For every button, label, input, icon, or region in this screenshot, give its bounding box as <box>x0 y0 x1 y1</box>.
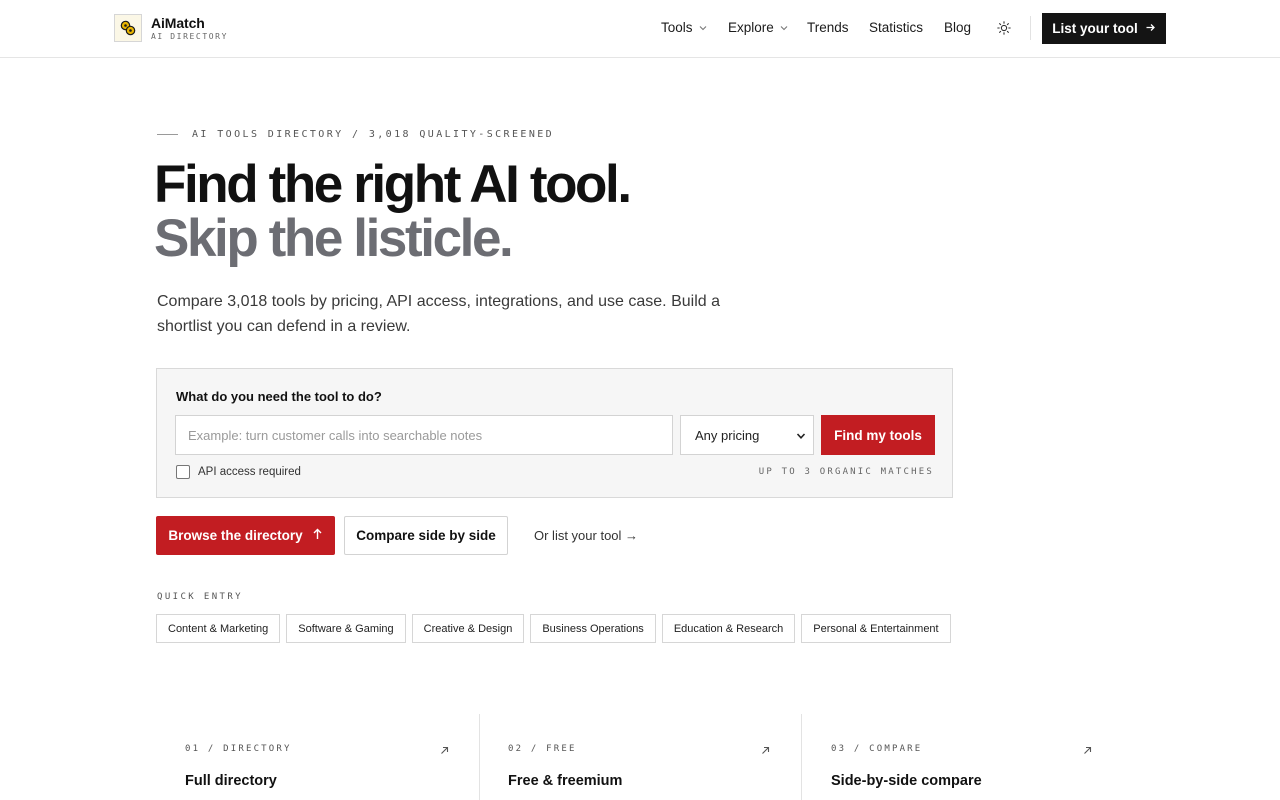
pricing-select-value: Any pricing <box>695 427 760 443</box>
list-your-tool-label: List your tool <box>1052 21 1138 36</box>
brand-subtitle: AI DIRECTORY <box>151 31 228 41</box>
feature-title: Full directory <box>185 773 277 789</box>
quick-entry-chips: Content & Marketing Software & Gaming Cr… <box>156 614 951 643</box>
feature-title: Free & freemium <box>508 773 623 789</box>
eyebrow-rule <box>157 134 178 135</box>
feature-number: 01 / DIRECTORY <box>185 744 292 754</box>
hero-lede: Compare 3,018 tools by pricing, API acce… <box>157 293 720 335</box>
hero-eyebrow-text: AI TOOLS DIRECTORY / 3,018 QUALITY-SCREE… <box>192 129 555 140</box>
feature-card-directory[interactable]: 01 / DIRECTORY Full directory <box>157 714 479 800</box>
arrow-up-right-icon <box>439 743 450 754</box>
feature-title: Side-by-side compare <box>831 773 982 789</box>
hero-title-line2: Skip the listicle. <box>154 209 514 268</box>
browse-directory-label: Browse the directory <box>168 528 303 543</box>
theme-toggle-button[interactable] <box>994 18 1014 38</box>
hero-eyebrow: AI TOOLS DIRECTORY / 3,018 QUALITY-SCREE… <box>157 129 554 140</box>
chip-business-operations[interactable]: Business Operations <box>530 614 656 643</box>
brand-name: AiMatch <box>151 14 205 31</box>
api-access-label: API access required <box>198 466 301 478</box>
hero-title-line1: Find the right AI tool. <box>154 155 632 214</box>
logo-mark-icon <box>114 14 142 42</box>
feature-card-compare[interactable]: 03 / COMPARE Side-by-side compare <box>802 714 1123 800</box>
feature-number: 02 / FREE <box>508 744 577 754</box>
chip-education-research[interactable]: Education & Research <box>661 614 796 643</box>
feature-number: 03 / COMPARE <box>831 744 923 754</box>
site-header: AiMatch AI DIRECTORY Tools Explore Trend… <box>0 0 1280 58</box>
feature-card-free[interactable]: 02 / FREE Free & freemium <box>480 714 801 800</box>
list-your-tool-button[interactable]: List your tool <box>1042 13 1166 44</box>
chip-personal-entertainment[interactable]: Personal & Entertainment <box>801 614 951 643</box>
pricing-select[interactable]: Any pricing <box>680 415 814 455</box>
nav-trends[interactable]: Trends <box>807 20 849 35</box>
nav-explore[interactable]: Explore <box>728 20 789 35</box>
nav-blog[interactable]: Blog <box>944 20 971 35</box>
chip-creative-design[interactable]: Creative & Design <box>411 614 525 643</box>
chevron-down-icon <box>795 430 807 442</box>
matches-hint: UP TO 3 ORGANIC MATCHES <box>758 467 934 477</box>
nav-statistics[interactable]: Statistics <box>869 20 923 35</box>
list-your-tool-link[interactable]: Or list your tool → <box>534 528 638 543</box>
api-access-checkbox[interactable] <box>176 465 190 479</box>
compare-side-by-side-button[interactable]: Compare side by side <box>344 516 508 555</box>
chevron-down-icon <box>698 23 708 33</box>
nav-explore-label: Explore <box>728 20 774 35</box>
find-my-tools-button[interactable]: Find my tools <box>821 415 935 455</box>
chevron-down-icon <box>779 23 789 33</box>
chip-software-gaming[interactable]: Software & Gaming <box>286 614 406 643</box>
brand-logo-link[interactable]: AiMatch AI DIRECTORY <box>114 14 228 42</box>
nav-tools[interactable]: Tools <box>661 20 708 35</box>
arrow-up-icon <box>312 528 323 543</box>
arrow-up-right-icon <box>760 743 771 754</box>
arrow-up-right-icon <box>1082 743 1093 754</box>
header-divider <box>1030 16 1031 40</box>
quick-entry-label: QUICK ENTRY <box>157 592 244 602</box>
chip-content-marketing[interactable]: Content & Marketing <box>156 614 281 643</box>
arrow-right-icon <box>1145 21 1156 36</box>
browse-directory-button[interactable]: Browse the directory <box>156 516 335 555</box>
brand-text: AiMatch AI DIRECTORY <box>151 16 228 41</box>
search-card: What do you need the tool to do? Any pri… <box>156 368 953 498</box>
sun-icon <box>997 21 1011 35</box>
api-access-checkbox-row[interactable]: API access required <box>176 465 301 479</box>
search-label: What do you need the tool to do? <box>176 389 382 404</box>
search-input[interactable] <box>175 415 673 455</box>
nav-tools-label: Tools <box>661 20 693 35</box>
